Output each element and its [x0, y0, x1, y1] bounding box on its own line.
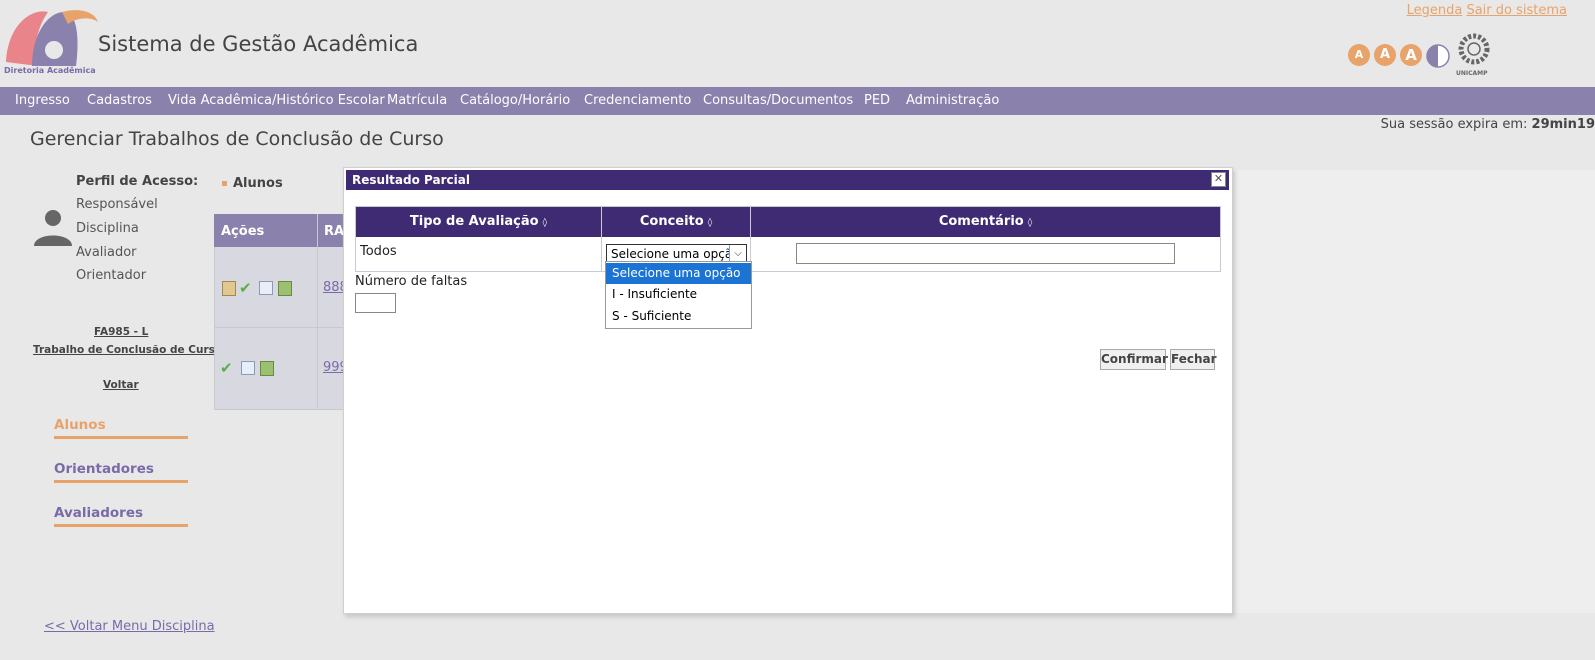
option-selecione[interactable]: Selecione uma opção	[606, 263, 751, 284]
sort-icon: ◊	[1027, 218, 1033, 228]
list-icon[interactable]	[259, 281, 273, 295]
option-insuficiente[interactable]: I - Insuficiente	[606, 284, 751, 305]
conceito-select-value: Selecione uma opção	[611, 247, 740, 261]
menu-credenciamento[interactable]: Credenciamento	[584, 93, 691, 108]
resultado-parcial-dialog: Resultado Parcial ✕ Tipo de Avaliação ◊ C…	[343, 167, 1233, 614]
session-label: Sua sessão expira em:	[1380, 117, 1528, 132]
voltar-link[interactable]: Voltar	[103, 379, 139, 391]
check-icon[interactable]: ✔	[239, 279, 252, 297]
tab-alunos[interactable]: Alunos	[54, 417, 188, 439]
list-icon[interactable]	[241, 361, 255, 375]
column-divider	[317, 214, 318, 408]
menu-ingresso[interactable]: Ingresso	[15, 93, 70, 108]
lock-icon[interactable]	[260, 361, 274, 376]
col-comentario[interactable]: Comentário ◊	[751, 207, 1220, 237]
session-timer: Sua sessão expira em: 29min19	[1381, 117, 1595, 132]
sort-icon: ◊	[542, 218, 548, 228]
tab-avaliadores[interactable]: Avaliadores	[54, 505, 188, 527]
edit-icon[interactable]	[222, 281, 236, 296]
option-suficiente[interactable]: S - Suficiente	[606, 306, 751, 327]
sair-link[interactable]: Sair do sistema	[1466, 3, 1567, 18]
profile-label: Perfil de Acesso:	[76, 174, 199, 189]
unicamp-logo-icon	[1458, 33, 1490, 65]
role-responsavel: Responsável	[76, 197, 158, 212]
app-title: Sistema de Gestão Acadêmica	[98, 32, 419, 56]
role-orientador: Orientador	[76, 268, 147, 283]
font-size-large-button[interactable]: A	[1400, 44, 1422, 66]
role-avaliador: Avaliador	[76, 245, 137, 260]
dialog-titlebar: Resultado Parcial ✕	[346, 170, 1229, 190]
bullet-icon	[222, 181, 227, 186]
session-value: 29min19	[1531, 117, 1595, 132]
col-tipo-avaliacao[interactable]: Tipo de Avaliação ◊	[356, 207, 601, 237]
menu-catalogo-horario[interactable]: Catálogo/Horário	[460, 93, 570, 108]
col-conceito[interactable]: Conceito ◊	[602, 207, 750, 237]
evaluation-table: Tipo de Avaliação ◊ Conceito ◊ Comentário ◊…	[355, 206, 1221, 272]
top-links: Legenda Sair do sistema	[1407, 3, 1567, 18]
logo-caption: Diretoria Acadêmica	[4, 66, 96, 75]
tab-orientadores[interactable]: Orientadores	[54, 461, 188, 483]
font-size-medium-button[interactable]: A	[1374, 44, 1396, 66]
legenda-link[interactable]: Legenda	[1407, 3, 1463, 18]
menu-ped[interactable]: PED	[864, 93, 890, 108]
contrast-icon[interactable]	[1426, 44, 1450, 68]
col-acoes: Ações	[221, 224, 265, 239]
confirm-button[interactable]: Confirmar	[1100, 349, 1168, 370]
close-button[interactable]: Fechar	[1170, 349, 1217, 370]
user-avatar-icon	[34, 210, 72, 246]
faltas-input[interactable]	[355, 293, 396, 313]
menu-cadastros[interactable]: Cadastros	[87, 93, 152, 108]
menu-matricula[interactable]: Matrícula	[387, 93, 447, 108]
menu-consultas-documentos[interactable]: Consultas/Documentos	[703, 93, 853, 108]
course-name-link[interactable]: Trabalho de Conclusão de Curso	[33, 344, 222, 356]
course-code-link[interactable]: FA985 - L	[94, 326, 148, 338]
row-todos-label: Todos	[360, 244, 397, 259]
row-divider	[214, 327, 344, 328]
check-icon[interactable]: ✔	[220, 359, 233, 377]
sort-icon: ◊	[707, 218, 713, 228]
lock-icon[interactable]	[278, 281, 292, 296]
comentario-input[interactable]	[796, 243, 1175, 264]
menu-vida-academica[interactable]: Vida Acadêmica/Histórico Escolar	[168, 93, 385, 108]
faltas-label: Número de faltas	[355, 274, 468, 289]
page-title: Gerenciar Trabalhos de Conclusão de Curs…	[30, 128, 444, 150]
col-conceito-label: Conceito	[639, 214, 704, 229]
col-comentario-label: Comentário	[938, 214, 1024, 229]
close-icon[interactable]: ✕	[1211, 172, 1226, 187]
font-size-small-button[interactable]: A	[1348, 44, 1370, 66]
col-tipo-avaliacao-label: Tipo de Avaliação	[409, 214, 539, 229]
modal-overlay	[1232, 170, 1595, 613]
back-menu-link[interactable]: << Voltar Menu Disciplina	[44, 619, 215, 634]
col-ra: RA	[324, 224, 345, 239]
role-disciplina: Disciplina	[76, 221, 139, 236]
section-heading-text: Alunos	[233, 176, 283, 191]
section-heading: Alunos	[222, 176, 283, 191]
unicamp-label: UNICAMP	[1456, 70, 1488, 77]
column-divider	[601, 207, 602, 271]
main-menu: Ingresso Cadastros Vida Acadêmica/Histór…	[0, 87, 1595, 115]
menu-administracao[interactable]: Administração	[906, 93, 999, 108]
dialog-title: Resultado Parcial	[352, 173, 470, 187]
conceito-dropdown-list: Selecione uma opção I - Insuficiente S -…	[605, 261, 752, 329]
